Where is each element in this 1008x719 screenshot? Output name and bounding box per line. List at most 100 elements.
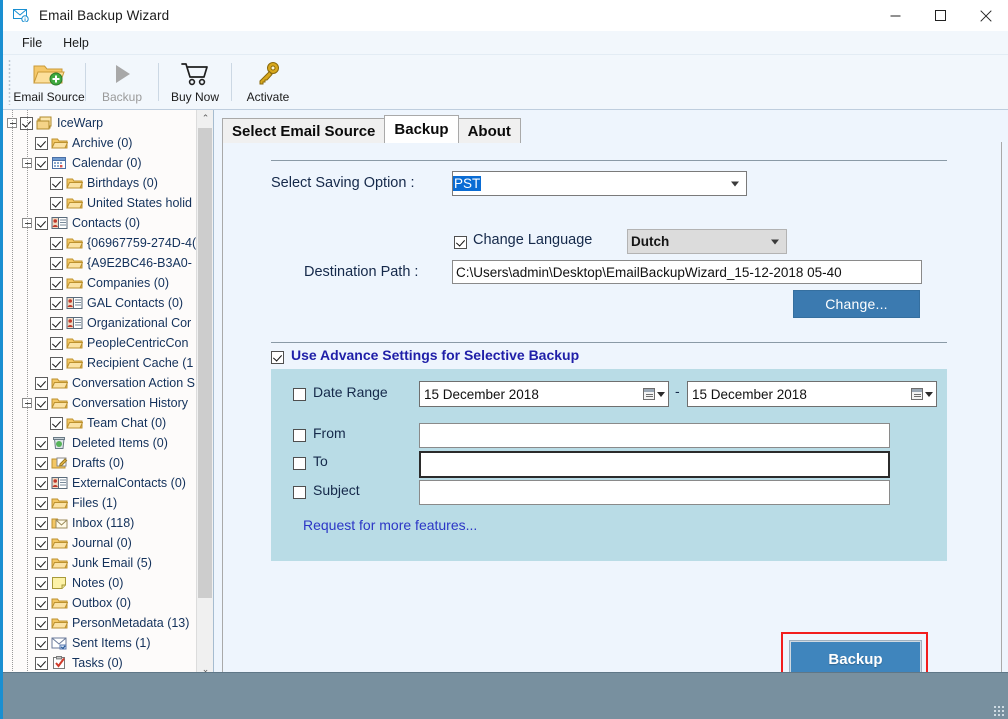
tree-item-checkbox[interactable] <box>50 356 63 370</box>
date-range-checkbox[interactable] <box>293 388 306 401</box>
tree-item-checkbox[interactable] <box>50 256 63 270</box>
date-range-to-picker[interactable]: 15 December 2018 <box>687 381 937 407</box>
to-field[interactable] <box>419 451 890 478</box>
advance-settings-panel: Date Range 15 December 2018 - 15 Decembe… <box>271 369 947 561</box>
tree-item-checkbox[interactable] <box>35 656 48 670</box>
tree-item[interactable]: Companies (0) <box>3 273 196 293</box>
tree-item-checkbox[interactable] <box>50 176 63 190</box>
tree-item[interactable]: Conversation History <box>3 393 196 413</box>
tree-item-checkbox[interactable] <box>35 496 48 510</box>
calendar-dropdown-icon[interactable] <box>643 388 665 400</box>
tree-item-label: Notes (0) <box>72 576 124 590</box>
tree-item-label: Archive (0) <box>72 136 133 150</box>
tree-item-checkbox[interactable] <box>35 576 48 590</box>
tree-item[interactable]: Contacts (0) <box>3 213 196 233</box>
tree-item[interactable]: Tasks (0) <box>3 653 196 673</box>
tree-item-checkbox[interactable] <box>35 436 48 450</box>
tree-item-checkbox[interactable] <box>50 316 63 330</box>
tree-item[interactable]: {A9E2BC46-B3A0- <box>3 253 196 273</box>
tree-item-checkbox[interactable] <box>35 636 48 650</box>
tree-item-checkbox[interactable] <box>35 616 48 630</box>
tree-item[interactable]: IceWarp <box>3 113 196 133</box>
tree-item-checkbox[interactable] <box>35 556 48 570</box>
tree-item-checkbox[interactable] <box>50 236 63 250</box>
toolbar-button-email-source[interactable]: Email Source <box>13 55 85 109</box>
tree-item-checkbox[interactable] <box>35 396 48 410</box>
tree-item-label: Conversation History <box>72 396 189 410</box>
subject-field[interactable] <box>419 480 890 505</box>
folder-tree-panel: IceWarp Archive (0) Calendar (0) Birthdays … <box>3 110 214 696</box>
folder-tree[interactable]: IceWarp Archive (0) Calendar (0) Birthdays … <box>3 110 196 678</box>
tree-item-checkbox[interactable] <box>35 156 48 170</box>
maximize-button[interactable] <box>918 0 963 31</box>
tree-item-checkbox[interactable] <box>50 196 63 210</box>
tree-item[interactable]: Recipient Cache (1 <box>3 353 196 373</box>
destination-path-field[interactable]: C:\Users\admin\Desktop\EmailBackupWizard… <box>452 260 922 284</box>
tree-item[interactable]: Files (1) <box>3 493 196 513</box>
tree-item-checkbox[interactable] <box>35 216 48 230</box>
scroll-up-icon[interactable]: ⌃ <box>197 110 213 127</box>
toolbar-button-buy-now[interactable]: Buy Now <box>163 55 227 109</box>
tree-item[interactable]: GAL Contacts (0) <box>3 293 196 313</box>
subject-checkbox[interactable] <box>293 486 306 499</box>
tree-item-checkbox[interactable] <box>35 376 48 390</box>
tree-item[interactable]: Sent Items (1) <box>3 633 196 653</box>
toolbar: Email Source Backup Buy Now Activate <box>3 55 1008 110</box>
date-range-from-picker[interactable]: 15 December 2018 <box>419 381 669 407</box>
tree-item-checkbox[interactable] <box>35 596 48 610</box>
toolbar-button-activate[interactable]: Activate <box>236 55 300 109</box>
tree-item[interactable]: Drafts (0) <box>3 453 196 473</box>
tree-item-checkbox[interactable] <box>35 456 48 470</box>
tree-item-checkbox[interactable] <box>35 516 48 530</box>
close-button[interactable] <box>963 0 1008 31</box>
from-field[interactable] <box>419 423 890 448</box>
menu-item-file[interactable]: File <box>13 34 51 52</box>
tree-vertical-scrollbar[interactable]: ⌃ ⌄ <box>196 110 213 678</box>
tree-item[interactable]: Archive (0) <box>3 133 196 153</box>
change-language-checkbox[interactable] <box>454 236 467 249</box>
toolbar-separator <box>85 63 86 101</box>
tree-item-checkbox[interactable] <box>35 536 48 550</box>
to-checkbox[interactable] <box>293 457 306 470</box>
tree-item[interactable]: PersonMetadata (13) <box>3 613 196 633</box>
tree-item-checkbox[interactable] <box>50 296 63 310</box>
tree-item[interactable]: Notes (0) <box>3 573 196 593</box>
tree-item[interactable]: Team Chat (0) <box>3 413 196 433</box>
tree-item[interactable]: Conversation Action S <box>3 373 196 393</box>
tree-item[interactable]: Calendar (0) <box>3 153 196 173</box>
tree-item-checkbox[interactable] <box>50 276 63 290</box>
request-more-features-link[interactable]: Request for more features... <box>303 517 477 533</box>
tree-vscroll-thumb[interactable] <box>198 128 212 598</box>
minimize-button[interactable] <box>873 0 918 31</box>
tree-item-checkbox[interactable] <box>50 416 63 430</box>
tree-item[interactable]: {06967759-274D-4( <box>3 233 196 253</box>
tree-item[interactable]: Outbox (0) <box>3 593 196 613</box>
tree-item[interactable]: Birthdays (0) <box>3 173 196 193</box>
saving-option-select[interactable]: PST <box>452 171 747 196</box>
chevron-down-icon <box>771 239 779 244</box>
tree-item-checkbox[interactable] <box>50 336 63 350</box>
tree-item[interactable]: United States holid <box>3 193 196 213</box>
tree-item[interactable]: Journal (0) <box>3 533 196 553</box>
tree-item[interactable]: PeopleCentricCon <box>3 333 196 353</box>
tree-item[interactable]: Deleted Items (0) <box>3 433 196 453</box>
tab-about[interactable]: About <box>457 118 521 143</box>
toolbar-button-backup[interactable]: Backup <box>90 55 154 109</box>
tree-item[interactable]: ExternalContacts (0) <box>3 473 196 493</box>
folder-icon <box>66 176 83 191</box>
tree-item-checkbox[interactable] <box>35 136 48 150</box>
tree-item[interactable]: Organizational Cor <box>3 313 196 333</box>
tab-backup[interactable]: Backup <box>384 115 459 143</box>
change-destination-button[interactable]: Change... <box>793 290 920 318</box>
from-checkbox[interactable] <box>293 429 306 442</box>
resize-grip[interactable] <box>993 705 1005 717</box>
tree-item-checkbox[interactable] <box>35 476 48 490</box>
calendar-dropdown-icon[interactable] <box>911 388 933 400</box>
advance-settings-checkbox[interactable] <box>271 351 284 364</box>
tab-select-email-source[interactable]: Select Email Source <box>222 118 386 143</box>
tree-item[interactable]: Junk Email (5) <box>3 553 196 573</box>
tree-item[interactable]: Inbox (118) <box>3 513 196 533</box>
notes-icon <box>51 576 68 591</box>
menu-item-help[interactable]: Help <box>54 34 98 52</box>
language-select[interactable]: Dutch <box>627 229 787 254</box>
